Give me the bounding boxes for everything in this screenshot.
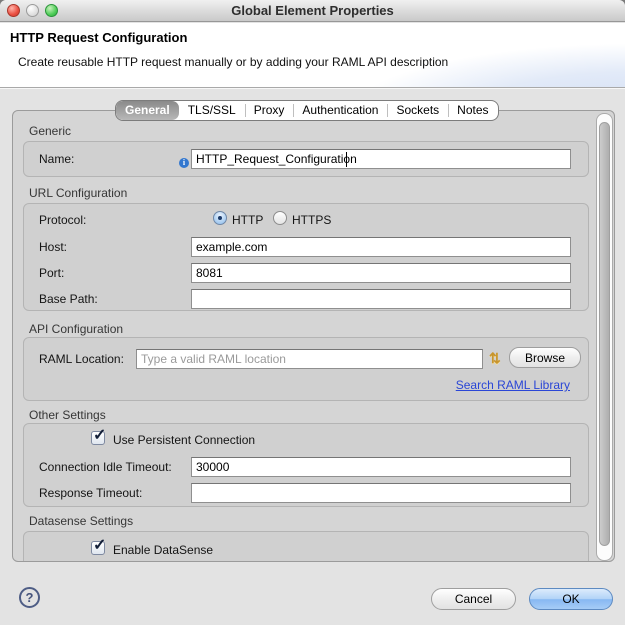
connection-idle-timeout-label: Connection Idle Timeout: bbox=[39, 460, 172, 474]
tab-sockets[interactable]: Sockets bbox=[387, 101, 448, 120]
https-radio[interactable] bbox=[273, 211, 287, 225]
http-radio[interactable] bbox=[213, 211, 227, 225]
search-raml-library-link[interactable]: Search RAML Library bbox=[456, 378, 570, 392]
base-path-input[interactable] bbox=[191, 289, 571, 309]
tab-authentication[interactable]: Authentication bbox=[293, 101, 387, 120]
page-title: HTTP Request Configuration bbox=[10, 30, 188, 45]
port-label: Port: bbox=[39, 266, 65, 280]
general-tab-panel: Generic Name: i URL Configuration Protoc… bbox=[12, 110, 615, 562]
ok-button[interactable]: OK bbox=[529, 588, 613, 610]
http-radio-label[interactable]: HTTP bbox=[232, 213, 263, 227]
enable-datasense-label[interactable]: Enable DataSense bbox=[113, 543, 213, 557]
window-title: Global Element Properties bbox=[231, 3, 394, 18]
section-title-api: API Configuration bbox=[29, 322, 124, 336]
minimize-button[interactable] bbox=[26, 4, 39, 17]
section-title-other: Other Settings bbox=[29, 408, 106, 422]
use-persistent-connection-checkbox[interactable] bbox=[91, 425, 106, 445]
dialog-header: HTTP Request Configuration Create reusab… bbox=[0, 23, 625, 88]
title-bar: Global Element Properties bbox=[0, 0, 625, 22]
sync-raml-icon[interactable]: ⇅ bbox=[489, 350, 501, 367]
raml-location-input[interactable] bbox=[136, 349, 483, 369]
name-input[interactable] bbox=[191, 149, 571, 169]
tab-notes[interactable]: Notes bbox=[448, 101, 497, 120]
https-radio-label[interactable]: HTTPS bbox=[292, 213, 331, 227]
raml-location-label: RAML Location: bbox=[39, 352, 124, 366]
tab-general[interactable]: General bbox=[116, 101, 179, 120]
use-persistent-connection-label[interactable]: Use Persistent Connection bbox=[113, 433, 255, 447]
name-label: Name: bbox=[39, 152, 75, 166]
base-path-label: Base Path: bbox=[39, 292, 98, 306]
scrollbar-track[interactable] bbox=[596, 113, 613, 561]
response-timeout-input[interactable] bbox=[191, 483, 571, 503]
cancel-button[interactable]: Cancel bbox=[431, 588, 516, 610]
help-button[interactable]: ? bbox=[19, 587, 40, 608]
info-icon: i bbox=[179, 158, 189, 168]
close-button[interactable] bbox=[7, 4, 20, 17]
section-title-url: URL Configuration bbox=[29, 186, 128, 200]
zoom-button[interactable] bbox=[45, 4, 58, 17]
tab-tls-ssl[interactable]: TLS/SSL bbox=[179, 101, 245, 120]
response-timeout-label: Response Timeout: bbox=[39, 486, 143, 500]
scrollbar-thumb[interactable] bbox=[599, 122, 610, 546]
host-label: Host: bbox=[39, 240, 68, 254]
connection-idle-timeout-input[interactable] bbox=[191, 457, 571, 477]
port-input[interactable] bbox=[191, 263, 571, 283]
section-title-generic: Generic bbox=[29, 124, 72, 138]
page-subtitle: Create reusable HTTP request manually or… bbox=[18, 55, 449, 69]
protocol-label: Protocol: bbox=[39, 213, 87, 227]
tab-bar: General TLS/SSL Proxy Authentication Soc… bbox=[115, 100, 499, 121]
global-element-properties-dialog: Global Element Properties HTTP Request C… bbox=[0, 0, 625, 625]
tab-proxy[interactable]: Proxy bbox=[244, 101, 294, 120]
text-caret bbox=[346, 152, 347, 167]
enable-datasense-checkbox[interactable] bbox=[91, 535, 106, 555]
host-input[interactable] bbox=[191, 237, 571, 257]
browse-button[interactable]: Browse bbox=[509, 347, 581, 368]
datasense-group bbox=[23, 531, 589, 561]
section-title-datasense: Datasense Settings bbox=[29, 514, 134, 528]
